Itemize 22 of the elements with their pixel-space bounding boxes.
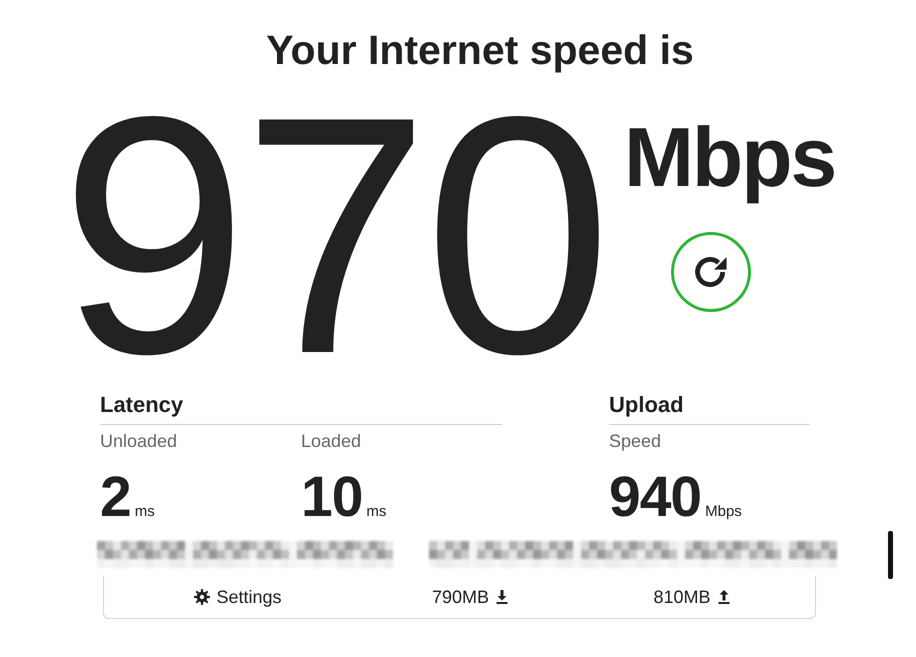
settings-icon xyxy=(194,589,210,605)
download-speed-value: 970 xyxy=(60,95,606,382)
cursor-mark xyxy=(888,531,893,579)
settings-button[interactable]: Settings xyxy=(190,584,286,610)
refresh-icon xyxy=(694,255,728,289)
metric-unit: Mbps xyxy=(705,503,742,520)
metric-value: 10 xyxy=(301,467,362,527)
metric-value: 2 xyxy=(100,467,131,527)
page-heading: Your Internet speed is xyxy=(265,26,695,74)
metric-label: Loaded xyxy=(301,430,362,452)
metric-unit: ms xyxy=(134,503,155,520)
metric-label: Speed xyxy=(609,430,662,452)
upload-icon xyxy=(718,590,730,604)
download-icon xyxy=(496,590,508,604)
metric-unit: ms xyxy=(366,503,386,520)
section-title: Upload xyxy=(609,390,810,425)
downloaded-amount: 790MB xyxy=(432,586,490,608)
download-speed-unit: Mbps xyxy=(624,109,836,205)
uploaded-amount: 810MB xyxy=(653,586,711,608)
section-title: Latency xyxy=(100,390,502,425)
metric-value: 940 xyxy=(609,467,702,527)
metric-label: Unloaded xyxy=(100,430,178,452)
